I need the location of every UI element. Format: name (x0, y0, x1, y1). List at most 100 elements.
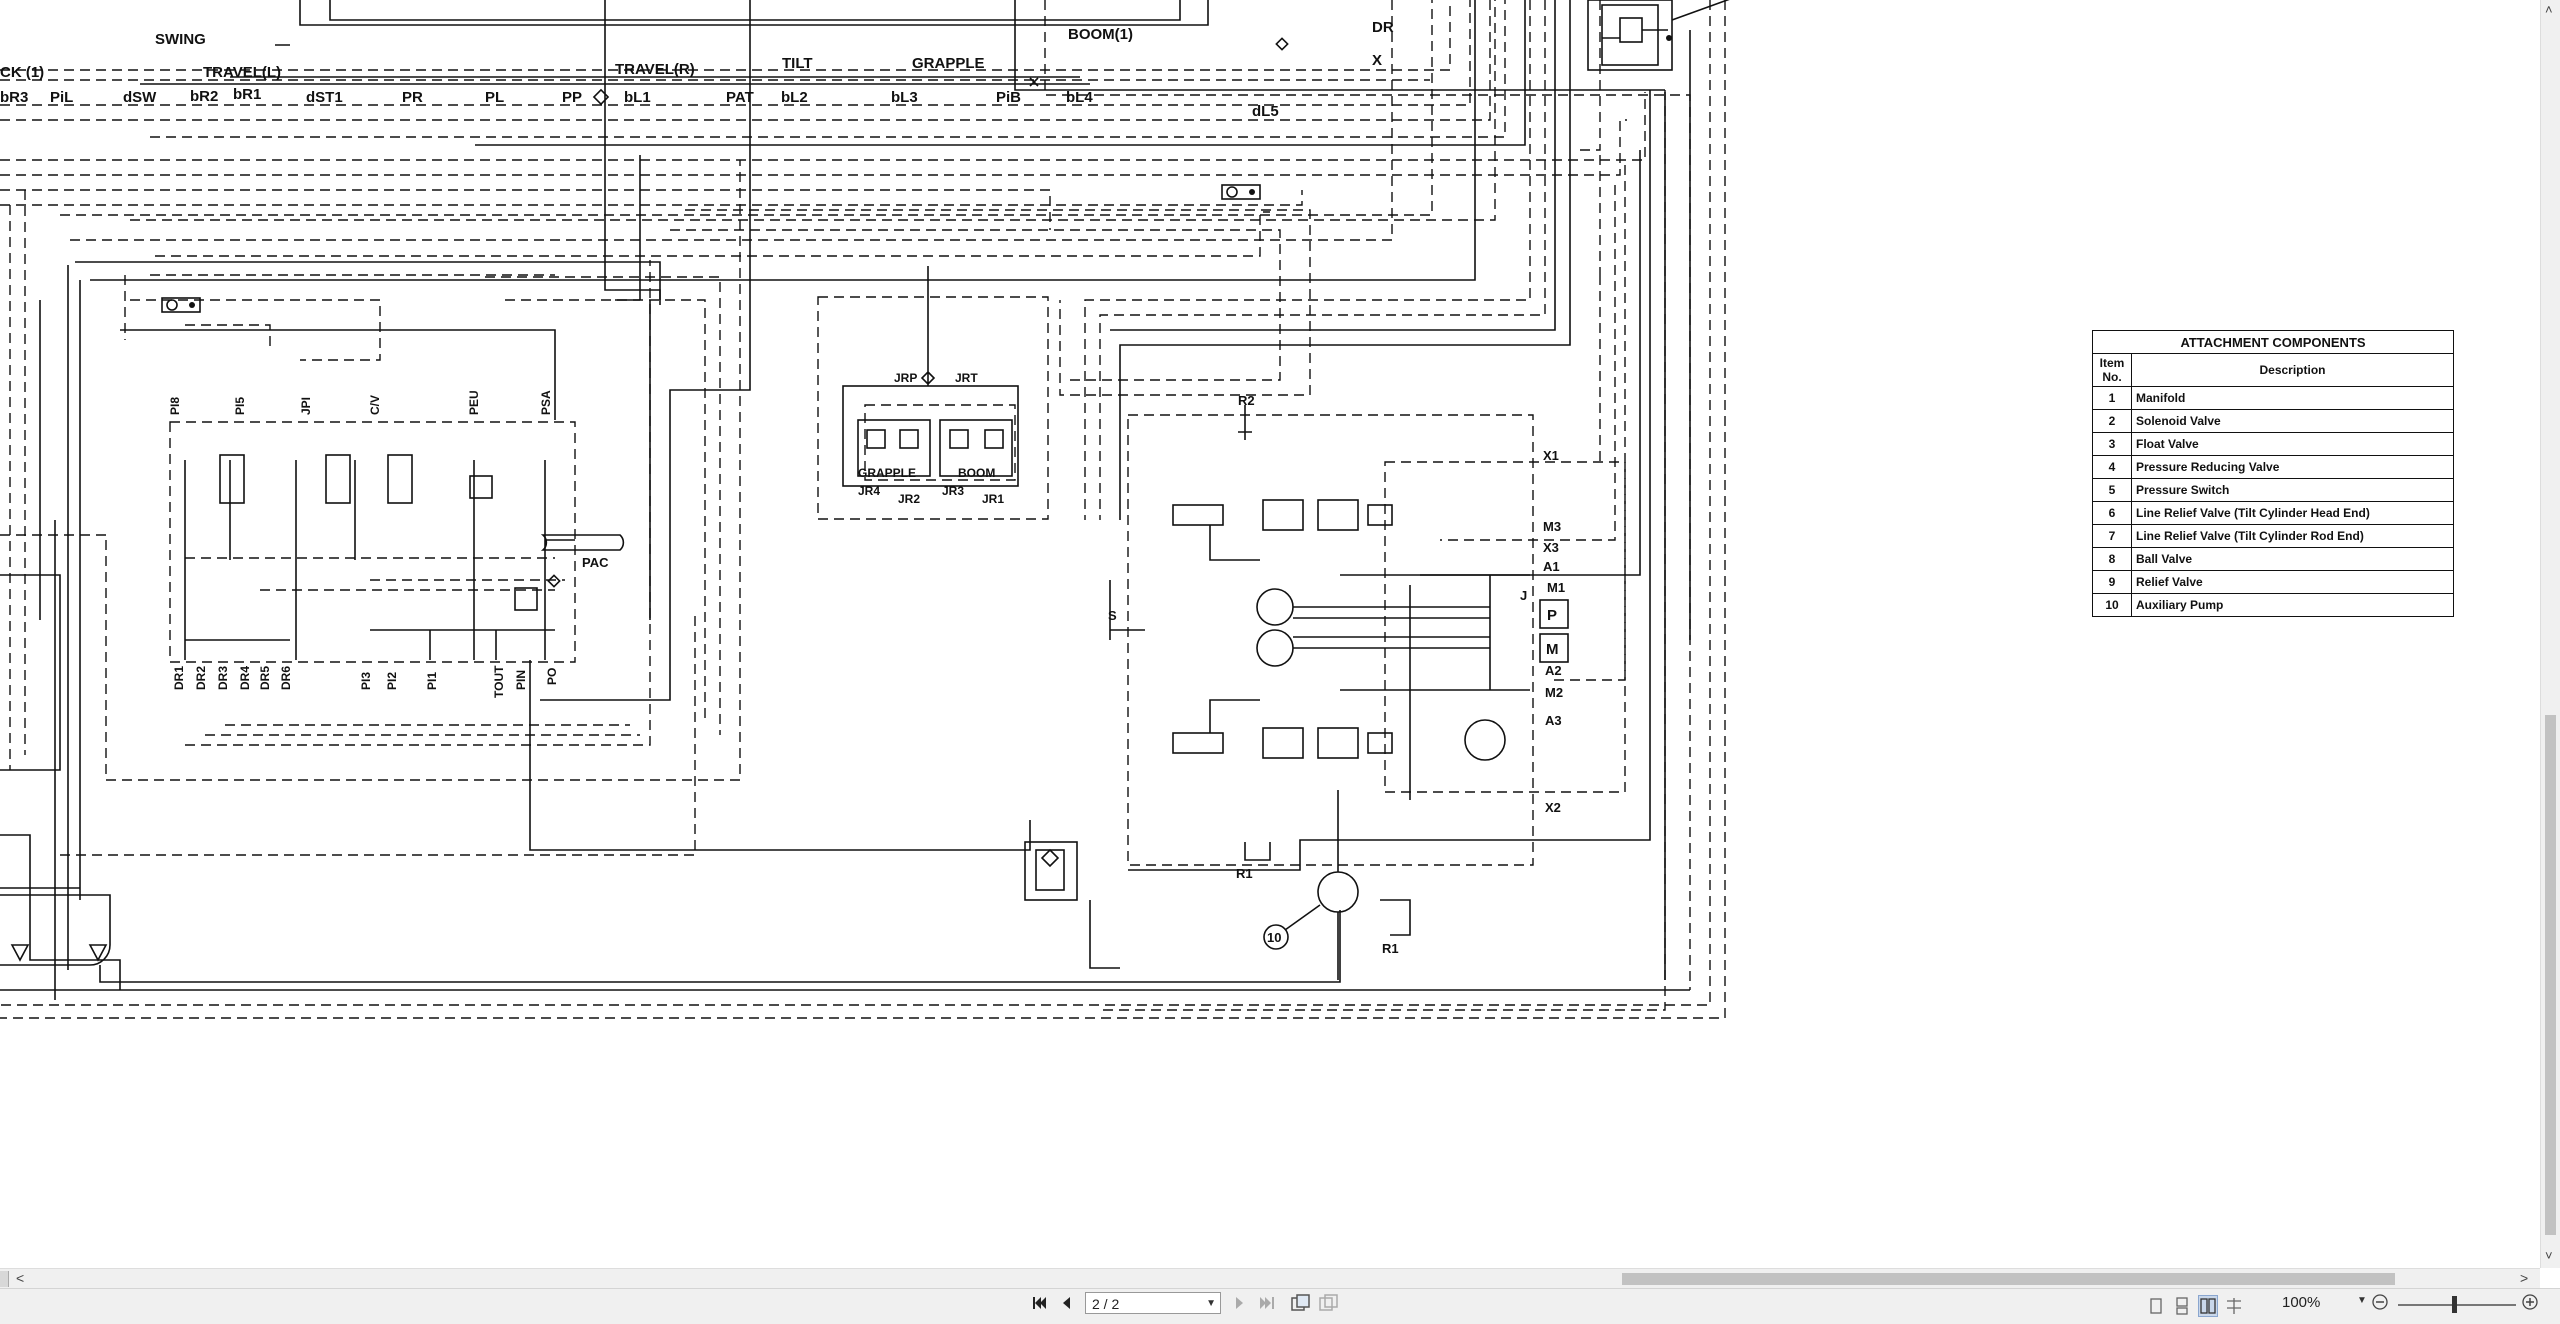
svg-text:DR: DR (1372, 19, 1394, 36)
filter-element (1024, 841, 1078, 901)
svg-text:C/V: C/V (368, 395, 382, 415)
zoom-slider-track[interactable] (2398, 1304, 2516, 1306)
svg-text:JR1: JR1 (982, 492, 1004, 506)
svg-text:PR: PR (402, 89, 423, 106)
svg-text:bR3: bR3 (0, 89, 28, 106)
vertical-scroll-thumb[interactable] (2545, 715, 2556, 1235)
svg-text:PIN: PIN (514, 670, 528, 690)
svg-text:bR1: bR1 (233, 86, 261, 103)
svg-text:bL4: bL4 (1066, 89, 1093, 106)
svg-text:TRAVEL(L): TRAVEL(L) (203, 64, 281, 81)
svg-text:CK (1): CK (1) (0, 64, 44, 81)
svg-text:JRP: JRP (894, 371, 917, 385)
first-page-icon[interactable] (1030, 1294, 1048, 1316)
svg-text:A1: A1 (1543, 559, 1560, 574)
svg-text:R1: R1 (1382, 941, 1399, 956)
vertical-scrollbar[interactable]: ˄ ˅ (2540, 0, 2560, 1268)
horizontal-scrollbar[interactable]: < > (0, 1268, 2540, 1289)
header-description: Description (2131, 353, 2454, 387)
svg-text:PiL: PiL (50, 89, 73, 106)
zoom-slider-handle[interactable] (2452, 1296, 2457, 1313)
table-row: 1 Manifold (2092, 386, 2454, 410)
svg-text:DR3: DR3 (216, 666, 230, 690)
check-valve-top (1221, 184, 1261, 200)
book-view-icon[interactable] (2224, 1295, 2244, 1317)
svg-text:S: S (1108, 608, 1117, 623)
zoom-out-icon[interactable] (2370, 1292, 2390, 1314)
svg-text:TOUT: TOUT (492, 665, 506, 698)
svg-text:PI5: PI5 (233, 397, 247, 415)
scroll-up-icon[interactable]: ˄ (2545, 2, 2553, 17)
table-row: 7 Line Relief Valve (Tilt Cylinder Rod En… (2092, 524, 2454, 548)
svg-text:TRAVEL(R): TRAVEL(R) (615, 61, 695, 78)
svg-text:DR5: DR5 (258, 666, 272, 690)
scroll-right-icon[interactable]: > (2520, 1270, 2528, 1286)
svg-text:GRAPPLE: GRAPPLE (858, 466, 916, 480)
svg-text:PAT: PAT (726, 89, 754, 106)
svg-text:M3: M3 (1543, 519, 1561, 534)
svg-text:J: J (1520, 588, 1527, 603)
svg-text:M2: M2 (1545, 685, 1563, 700)
center-valve-block: JRP JRT GRAPPLE BOOM JR4 JR2 JR3 JR1 (817, 266, 1049, 520)
svg-text:JR2: JR2 (898, 492, 920, 506)
continuous-view-icon[interactable] (2172, 1295, 2192, 1317)
svg-text:JR3: JR3 (942, 484, 964, 498)
table-row: 8 Ball Valve (2092, 547, 2454, 571)
import-pages-icon[interactable] (1318, 1294, 1340, 1316)
svg-text:PEU: PEU (467, 390, 481, 415)
single-page-view-icon[interactable] (2146, 1295, 2166, 1317)
port-row: bR3 PiL dSW bR2 bR1 dST1 PR PL PP bL1 PA… (0, 37, 1289, 120)
table-row: 4 Pressure Reducing Valve (2092, 455, 2454, 479)
export-pages-icon[interactable] (1290, 1294, 1312, 1316)
svg-text:PP: PP (562, 89, 582, 106)
table-row: 2 Solenoid Valve (2092, 409, 2454, 433)
pump-assembly: R2 X1 M3 X3 A1 M1 J P M A2 M2 A3 X2 S R1… (1108, 393, 1626, 980)
svg-text:X1: X1 (1543, 448, 1559, 463)
chevron-down-icon[interactable]: ▼ (1206, 1293, 1216, 1315)
svg-text:bL2: bL2 (781, 89, 808, 106)
top-right-valve (1587, 0, 1730, 71)
svg-text:X2: X2 (1545, 800, 1561, 815)
table-row: 10 Auxiliary Pump (2092, 593, 2454, 617)
svg-text:PI8: PI8 (168, 397, 182, 415)
svg-text:TILT: TILT (782, 55, 813, 72)
svg-text:BOOM: BOOM (958, 466, 995, 480)
attachment-components-table: ATTACHMENT COMPONENTS Item No. Descriptio… (2092, 330, 2454, 617)
svg-text:A3: A3 (1545, 713, 1562, 728)
scroll-down-icon[interactable]: ˅ (2545, 1248, 2553, 1263)
svg-text:SWING: SWING (155, 31, 206, 48)
hydraulic-schematic: SWING BOOM(1) DR X CK (1) TRAVEL(L) TRAV… (0, 0, 1730, 1019)
next-page-icon[interactable] (1232, 1294, 1248, 1316)
header-item-no: Item No. (2092, 353, 2132, 387)
table-row: 3 Float Valve (2092, 432, 2454, 456)
sidebar-grip[interactable] (0, 1271, 9, 1287)
table-row: 6 Line Relief Valve (Tilt Cylinder Head E… (2092, 501, 2454, 525)
zoom-in-icon[interactable] (2520, 1292, 2540, 1314)
svg-text:M1: M1 (1547, 580, 1565, 595)
svg-text:R1: R1 (1236, 866, 1253, 881)
previous-page-icon[interactable] (1058, 1294, 1074, 1316)
svg-text:PO: PO (545, 668, 559, 685)
svg-text:A2: A2 (1545, 663, 1562, 678)
svg-text:dL5: dL5 (1252, 103, 1279, 120)
top-labels: SWING BOOM(1) DR X CK (1) TRAVEL(L) TRAV… (0, 19, 1394, 81)
last-page-icon[interactable] (1258, 1294, 1276, 1316)
table-row: 5 Pressure Switch (2092, 478, 2454, 502)
two-page-view-icon[interactable] (2198, 1295, 2218, 1317)
svg-text:bR2: bR2 (190, 88, 218, 105)
page-number-value: 2 / 2 (1092, 1296, 1120, 1312)
horizontal-scroll-thumb[interactable] (1622, 1273, 2395, 1285)
svg-text:X3: X3 (1543, 540, 1559, 555)
svg-text:PI1: PI1 (425, 672, 439, 690)
svg-text:DR6: DR6 (279, 666, 293, 690)
zoom-level[interactable]: 100% (2282, 1294, 2320, 1311)
table-title: ATTACHMENT COMPONENTS (2092, 330, 2454, 354)
chevron-down-icon[interactable]: ▼ (2357, 1295, 2367, 1306)
scroll-left-icon[interactable]: < (16, 1270, 24, 1286)
page-number-input[interactable]: 2 / 2 ▼ (1085, 1292, 1221, 1314)
svg-text:dSW: dSW (123, 89, 157, 106)
svg-text:10: 10 (1267, 930, 1281, 945)
document-viewport[interactable]: SWING BOOM(1) DR X CK (1) TRAVEL(L) TRAV… (0, 0, 2540, 1268)
svg-text:PiB: PiB (996, 89, 1021, 106)
svg-text:P: P (1547, 607, 1557, 624)
